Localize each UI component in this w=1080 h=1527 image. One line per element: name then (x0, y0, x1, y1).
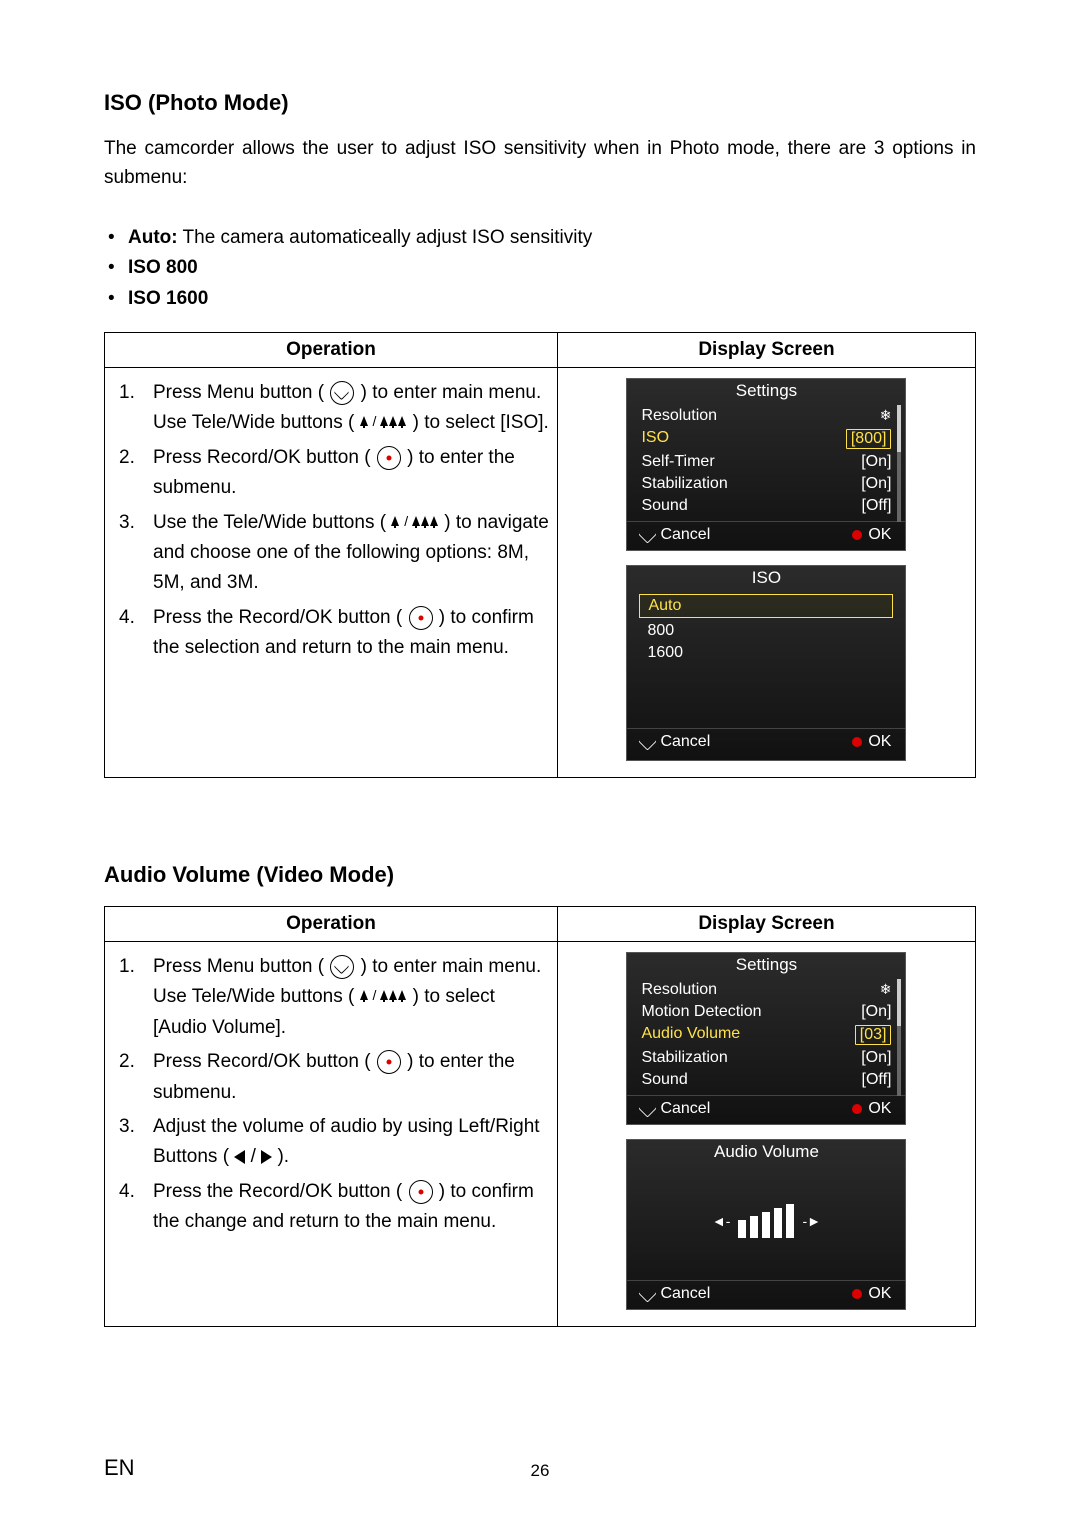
table-audio: Operation Display Screen 1.Press Menu bu… (104, 906, 976, 1327)
lcd-settings-iso: Settings Resolution ISO[800] Self-Timer[… (626, 378, 906, 551)
th-operation: Operation (105, 907, 558, 942)
lang-indicator: EN (104, 1455, 135, 1481)
lcd-audio-volume: Audio Volume ◄- -► (626, 1139, 906, 1310)
table-iso: Operation Display Screen 1.Press Menu bu… (104, 332, 976, 778)
left-arrow-icon (234, 1150, 245, 1164)
record-ok-icon (377, 1050, 401, 1074)
ok-dot-icon: OK (852, 1285, 891, 1303)
ok-dot-icon: OK (852, 526, 891, 544)
bullet-list-iso: Auto: The camera automaticeally adjust I… (104, 223, 976, 314)
wrench-icon: Cancel (641, 1100, 710, 1118)
lcd-iso-submenu: ISO Auto 800 1600 CancelOK (626, 565, 906, 761)
tele-wide-icon: / (391, 514, 439, 528)
th-display: Display Screen (557, 333, 975, 368)
ok-dot-icon: OK (852, 1100, 891, 1118)
record-ok-icon (409, 1180, 433, 1204)
tele-wide-icon: / (360, 414, 408, 428)
tele-wide-icon: / (360, 988, 408, 1002)
right-arrow-icon (261, 1150, 272, 1164)
th-display: Display Screen (557, 907, 975, 942)
wrench-icon: Cancel (641, 1285, 710, 1303)
heading-audio: Audio Volume (Video Mode) (104, 862, 976, 888)
bullet-iso1600: ISO 1600 (104, 284, 976, 314)
ok-dot-icon: OK (852, 733, 891, 751)
th-operation: Operation (105, 333, 558, 368)
steps-audio: 1.Press Menu button ( ) to enter main me… (113, 952, 549, 1238)
wrench-icon: Cancel (641, 526, 710, 544)
bullet-iso800: ISO 800 (104, 253, 976, 283)
heading-iso: ISO (Photo Mode) (104, 90, 976, 116)
scrollbar-icon (897, 979, 901, 1096)
record-ok-icon (377, 446, 401, 470)
snowflake-icon (880, 407, 892, 425)
snowflake-icon (880, 981, 892, 999)
page-number: 26 (531, 1461, 550, 1481)
bullet-auto: Auto: The camera automaticeally adjust I… (104, 223, 976, 253)
wrench-icon: Cancel (641, 733, 710, 751)
intro-iso: The camcorder allows the user to adjust … (104, 134, 976, 193)
volume-bars: ◄- -► (627, 1166, 905, 1276)
scrollbar-icon (897, 405, 901, 522)
steps-iso: 1.Press Menu button ( ) to enter main me… (113, 378, 549, 664)
record-ok-icon (409, 606, 433, 630)
lcd-settings-audio: Settings Resolution Motion Detection[On]… (626, 952, 906, 1125)
menu-button-icon (330, 955, 354, 979)
menu-button-icon (330, 381, 354, 405)
